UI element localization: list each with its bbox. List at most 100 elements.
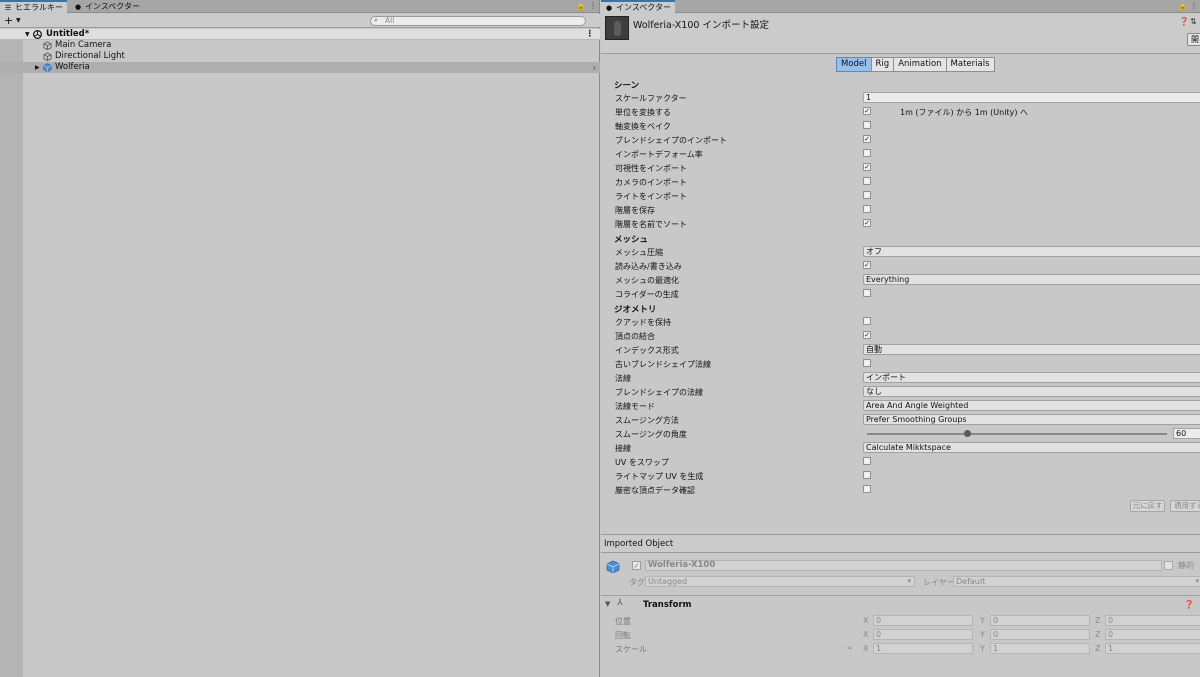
prefab-model-icon [43, 63, 52, 72]
layer-dropdown[interactable]: Default [953, 576, 1200, 587]
hierarchy-tabbar: ☰ ヒエラルキー ● インスペクター 🔒 ⋮ [0, 0, 599, 13]
scale-factor-field[interactable]: 1 [863, 92, 1200, 103]
row-index-format: インデックス形式 自動 [601, 343, 1200, 357]
row-weld-vertices: 頂点の結合 ✓ [615, 331, 871, 341]
strict-vertex-checkbox[interactable] [863, 485, 871, 493]
constrain-proportions-icon[interactable]: ∞ [847, 644, 853, 652]
tab-hierarchy[interactable]: ☰ ヒエラルキー [0, 0, 67, 13]
import-cameras-checkbox[interactable] [863, 177, 871, 185]
tangents-dropdown[interactable]: Calculate Mikktspace [863, 442, 1200, 453]
sort-hierarchy-checkbox[interactable]: ✓ [863, 219, 871, 227]
lightmap-uvs-checkbox[interactable] [863, 471, 871, 479]
keep-quads-checkbox[interactable] [863, 317, 871, 325]
smoothing-angle-field[interactable]: 60 [1173, 428, 1200, 439]
rotation-z-field[interactable]: 0 [1105, 629, 1200, 640]
unity-scene-icon [33, 30, 42, 39]
gameobject-name-field[interactable]: Wolferia-X100 [645, 560, 1162, 571]
layer-label: レイヤー [923, 578, 955, 587]
weld-vertices-checkbox[interactable]: ✓ [863, 331, 871, 339]
imported-object-header: Imported Object [601, 534, 1200, 553]
transform-header[interactable]: ▼ ⅄ Transform ❓ [601, 597, 1200, 613]
tag-dropdown[interactable]: Untagged [645, 576, 915, 587]
hierarchy-item-wolferia[interactable]: ▶ Wolferia › [0, 62, 600, 73]
unit-conversion-note: 1m (ファイル) から 1m (Unity) へ [900, 108, 1028, 117]
row-import-visibility: 可視性をインポート ✓ [615, 163, 871, 173]
lock-icon[interactable]: 🔒 [576, 1, 586, 10]
tag-label: タグ [629, 578, 645, 587]
index-format-dropdown[interactable]: 自動 [863, 344, 1200, 355]
lock-icon[interactable]: 🔒 [1178, 1, 1188, 10]
import-deform-checkbox[interactable] [863, 149, 871, 157]
chevron-down-icon[interactable]: ▼ [16, 17, 21, 24]
apply-button[interactable]: 適用する [1170, 500, 1200, 512]
swap-uvs-checkbox[interactable] [863, 457, 871, 465]
read-write-checkbox[interactable]: ✓ [863, 261, 871, 269]
smoothness-source-dropdown[interactable]: Prefer Smoothing Groups [863, 414, 1200, 425]
scene-menu-icon[interactable]: ⋮ [586, 29, 595, 40]
tab-rig[interactable]: Rig [870, 57, 895, 72]
tab-model[interactable]: Model [836, 57, 872, 72]
position-x-field[interactable]: 0 [873, 615, 973, 626]
chevron-right-icon[interactable]: › [593, 62, 596, 73]
scale-z-field[interactable]: 1 [1105, 643, 1200, 654]
static-label: 静的 [1178, 561, 1194, 570]
row-generate-colliders: コライダーの生成 [601, 287, 1200, 301]
add-icon[interactable]: + [4, 14, 13, 27]
tab-inspector-left[interactable]: ● インスペクター [70, 0, 144, 13]
gameobject-header: ✓ Wolferia-X100 静的 タグ Untagged レイヤー Defa… [601, 554, 1200, 596]
static-checkbox[interactable] [1164, 561, 1173, 570]
convert-units-checkbox[interactable]: ✓ [863, 107, 871, 115]
help-icon[interactable]: ❓ [1179, 17, 1189, 26]
transform-fields: 位置 X 0 Y 0 Z 0 回転 X 0 Y 0 Z 0 スケール ∞ X 1… [601, 614, 1200, 656]
normals-mode-dropdown[interactable]: Area And Angle Weighted [863, 400, 1200, 411]
model-thumbnail [605, 16, 629, 40]
import-visibility-checkbox[interactable]: ✓ [863, 163, 871, 171]
normals-dropdown[interactable]: インポート [863, 372, 1200, 383]
import-blendshapes-checkbox[interactable]: ✓ [863, 135, 871, 143]
mesh-compression-dropdown[interactable]: オフ [863, 246, 1200, 257]
fold-down-icon[interactable]: ▼ [605, 600, 610, 608]
scale-y-field[interactable]: 1 [990, 643, 1090, 654]
row-convert-units: 単位を変換する ✓ 1m (ファイル) から 1m (Unity) へ [615, 107, 1028, 117]
revert-button[interactable]: 元に戻す [1130, 500, 1165, 512]
tab-materials[interactable]: Materials [945, 57, 995, 72]
row-import-deform: インポートデフォーム率 [601, 147, 1200, 161]
position-z-field[interactable]: 0 [1105, 615, 1200, 626]
search-input[interactable]: ⌕ All [370, 16, 586, 26]
info-icon: ● [74, 3, 82, 11]
row-read-write: 読み込み/書き込み ✓ [615, 261, 871, 271]
row-normals: 法線 インポート [601, 371, 1200, 385]
legacy-blendshape-normals-checkbox[interactable] [863, 359, 871, 367]
tab-inspector[interactable]: ● インスペクター [601, 0, 675, 13]
blendshape-normals-dropdown[interactable]: なし [863, 386, 1200, 397]
scale-x-field[interactable]: 1 [873, 643, 973, 654]
smoothing-angle-slider-knob[interactable] [963, 430, 971, 437]
import-lights-checkbox[interactable] [863, 191, 871, 199]
scene-row[interactable]: ▼ Untitled* ⋮ [0, 29, 600, 40]
kebab-menu-icon[interactable]: ⋮ [1190, 1, 1198, 10]
optimize-mesh-dropdown[interactable]: Everything [863, 274, 1200, 285]
rotation-y-field[interactable]: 0 [990, 629, 1090, 640]
bake-axis-checkbox[interactable] [863, 121, 871, 129]
row-optimize-mesh: メッシュの最適化 Everything [601, 273, 1200, 287]
tab-animation[interactable]: Animation [893, 57, 947, 72]
position-y-field[interactable]: 0 [990, 615, 1090, 626]
open-button[interactable]: 開 [1187, 33, 1200, 46]
rotation-x-field[interactable]: 0 [873, 629, 973, 640]
generate-colliders-checkbox[interactable] [863, 289, 871, 297]
fold-down-icon[interactable]: ▼ [25, 29, 30, 40]
active-checkbox[interactable]: ✓ [632, 561, 641, 570]
help-icon[interactable]: ❓ [1184, 600, 1194, 609]
inspector-tabbar: ● インスペクター 🔒 ⋮ [601, 0, 1200, 13]
smoothing-angle-slider[interactable] [867, 433, 1167, 435]
kebab-menu-icon[interactable]: ⋮ [589, 1, 597, 10]
preserve-hierarchy-checkbox[interactable] [863, 205, 871, 213]
transform-position-row: 位置 X 0 Y 0 Z 0 [601, 614, 1200, 628]
settings-icon[interactable]: ⇅ [1190, 17, 1197, 26]
row-strict-vertex: 厳密な頂点データ確認 [601, 483, 1200, 497]
section-scene: シーン [614, 81, 640, 91]
hierarchy-item-main-camera[interactable]: Main Camera [0, 40, 600, 51]
row-normals-mode: 法線モード Area And Angle Weighted [601, 399, 1200, 413]
hierarchy-item-directional-light[interactable]: Directional Light [0, 51, 600, 62]
fold-right-icon[interactable]: ▶ [35, 62, 40, 73]
